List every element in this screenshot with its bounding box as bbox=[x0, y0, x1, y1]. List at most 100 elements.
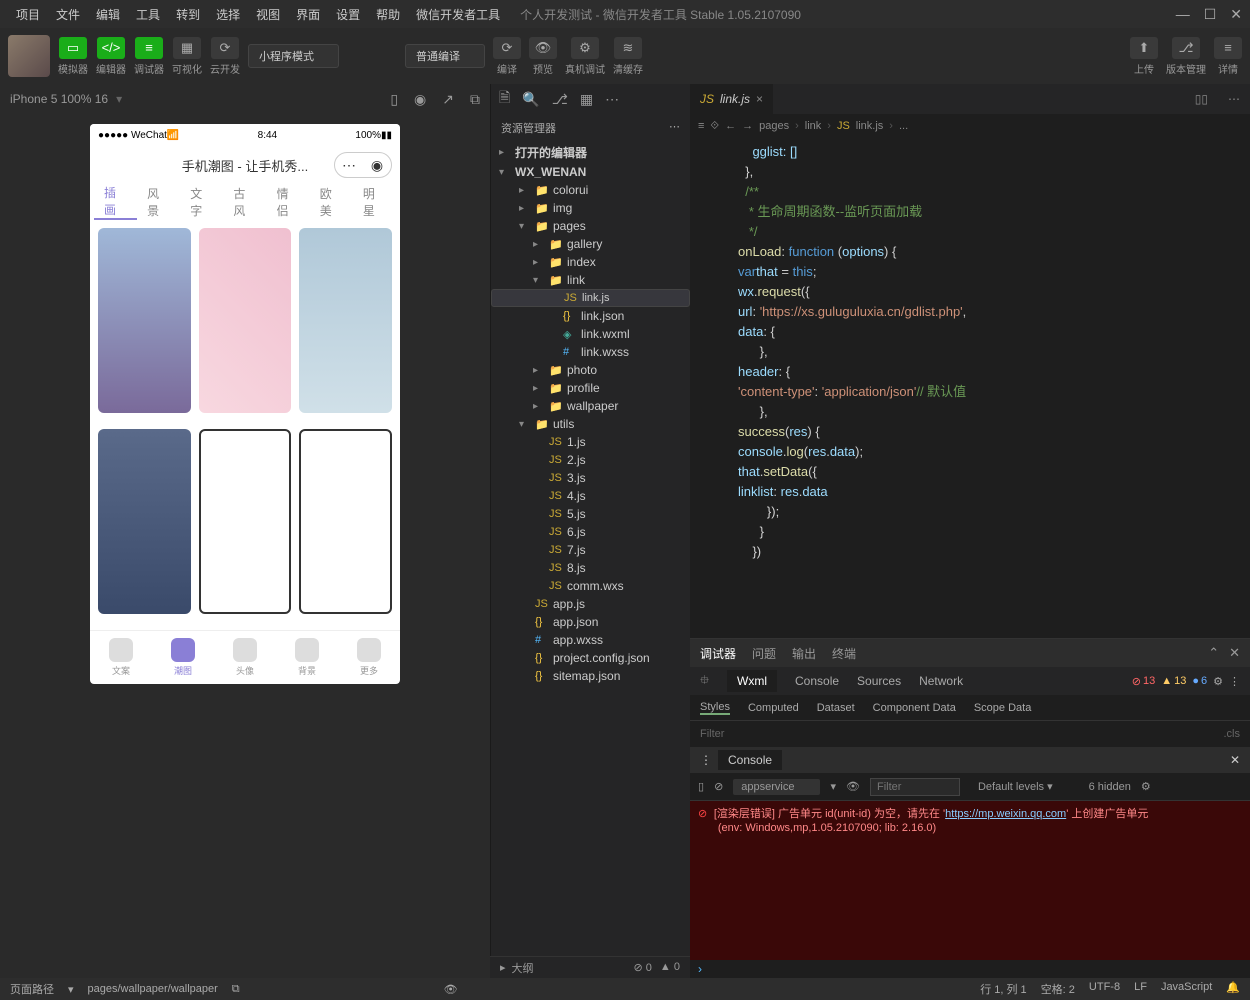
style-tab[interactable]: Computed bbox=[748, 702, 799, 714]
more-icon[interactable]: ⋯ bbox=[1218, 92, 1250, 106]
nav-item[interactable]: 更多 bbox=[338, 631, 400, 684]
category-tab[interactable]: 明星 bbox=[353, 185, 396, 219]
category-tab[interactable]: 古风 bbox=[223, 185, 266, 219]
close-icon[interactable]: ✕ bbox=[1230, 6, 1242, 23]
avatar[interactable] bbox=[8, 35, 50, 77]
file-item[interactable]: JS6.js bbox=[491, 523, 690, 541]
context-select[interactable]: appservice bbox=[733, 779, 820, 795]
style-tab[interactable]: Scope Data bbox=[974, 702, 1031, 714]
file-item[interactable]: JS2.js bbox=[491, 451, 690, 469]
category-tab[interactable]: 情侣 bbox=[267, 185, 310, 219]
compile-button[interactable]: ⟳编译 bbox=[493, 37, 521, 76]
devtools-tab[interactable]: 调试器 bbox=[700, 645, 736, 662]
cloud-button[interactable]: ⟳云开发 bbox=[210, 37, 240, 76]
editor-button[interactable]: </>编辑器 bbox=[96, 37, 126, 76]
file-item[interactable]: #app.wxss bbox=[491, 631, 690, 649]
bookmark-icon[interactable]: ⟐ bbox=[710, 120, 719, 133]
category-tab[interactable]: 风景 bbox=[137, 185, 180, 219]
menu-item[interactable]: 文件 bbox=[48, 8, 88, 22]
eye-icon[interactable]: 👁 bbox=[846, 780, 860, 793]
panel-tab[interactable]: Console bbox=[795, 674, 839, 688]
search-icon[interactable]: 🔍 bbox=[522, 91, 539, 108]
grid-item[interactable] bbox=[199, 429, 292, 614]
style-tab[interactable]: Component Data bbox=[873, 702, 956, 714]
file-item[interactable]: JS7.js bbox=[491, 541, 690, 559]
gear-icon[interactable]: ⚙ bbox=[1141, 780, 1151, 793]
menu-item[interactable]: 帮助 bbox=[368, 8, 408, 22]
warn-badge[interactable]: ▲ 13 bbox=[1161, 675, 1186, 688]
file-item[interactable]: JSapp.js bbox=[491, 595, 690, 613]
sidebar-icon[interactable]: ▯ bbox=[698, 780, 704, 793]
clear-cache-button[interactable]: ≋清缓存 bbox=[613, 37, 643, 76]
compile-select[interactable]: 普通编译 bbox=[405, 44, 485, 68]
devtools-tab[interactable]: 问题 bbox=[752, 645, 776, 662]
folder-item[interactable]: ▸📁gallery bbox=[491, 235, 690, 253]
file-item[interactable]: {}sitemap.json bbox=[491, 667, 690, 685]
chevron-up-icon[interactable]: ⌃ bbox=[1208, 645, 1219, 661]
preview-button[interactable]: 👁预览 bbox=[529, 37, 557, 76]
menu-item[interactable]: 项目 bbox=[8, 8, 48, 22]
visual-button[interactable]: ▦可视化 bbox=[172, 37, 202, 76]
nav-item[interactable]: 头像 bbox=[214, 631, 276, 684]
file-item[interactable]: JS5.js bbox=[491, 505, 690, 523]
devtools-tab[interactable]: 终端 bbox=[832, 645, 856, 662]
info-badge[interactable]: ● 6 bbox=[1192, 675, 1207, 688]
grid-item[interactable] bbox=[98, 228, 191, 413]
panel-tab[interactable]: Network bbox=[919, 674, 963, 688]
remote-debug-button[interactable]: ⚙真机调试 bbox=[565, 37, 605, 76]
mode-select[interactable]: 小程序模式 bbox=[248, 44, 339, 68]
lang-label[interactable]: JavaScript bbox=[1161, 981, 1212, 997]
eol-label[interactable]: LF bbox=[1134, 981, 1147, 997]
close-icon[interactable]: ✕ bbox=[1229, 645, 1240, 661]
grid-item[interactable] bbox=[199, 228, 292, 413]
more-icon[interactable]: ⋮ bbox=[1229, 675, 1240, 688]
record-icon[interactable]: ◉ bbox=[414, 91, 426, 108]
editor-tab[interactable]: JSlink.js× bbox=[690, 84, 773, 114]
menu-item[interactable]: 设置 bbox=[328, 8, 368, 22]
section-header[interactable]: ▸打开的编辑器 bbox=[491, 142, 690, 163]
menu-item[interactable]: 转到 bbox=[168, 8, 208, 22]
filter-input[interactable]: Filter bbox=[700, 728, 724, 740]
section-header[interactable]: ▾WX_WENAN bbox=[491, 163, 690, 181]
more-icon[interactable]: ⋯ bbox=[605, 91, 619, 108]
folder-item[interactable]: ▸📁index bbox=[491, 253, 690, 271]
phone-icon[interactable]: ▯ bbox=[390, 91, 398, 108]
nav-item[interactable]: 潮图 bbox=[152, 631, 214, 684]
folder-item[interactable]: ▸📁colorui bbox=[491, 181, 690, 199]
page-path[interactable]: pages/wallpaper/wallpaper bbox=[88, 983, 218, 995]
console-tab[interactable]: Console bbox=[718, 750, 782, 770]
maximize-icon[interactable]: ☐ bbox=[1204, 6, 1217, 23]
indent-label[interactable]: 空格: 2 bbox=[1041, 981, 1075, 997]
menu-item[interactable]: 视图 bbox=[248, 8, 288, 22]
close-tab-icon[interactable]: × bbox=[756, 92, 763, 106]
outline-bar[interactable]: ▸大纲 ⊘ 0▲ 0 bbox=[490, 956, 690, 978]
cursor-pos[interactable]: 行 1, 列 1 bbox=[980, 981, 1026, 997]
menu-item[interactable]: 微信开发者工具 bbox=[408, 8, 508, 22]
eye-icon[interactable]: 👁 bbox=[444, 983, 458, 996]
copy-icon[interactable]: ⧉ bbox=[232, 983, 240, 996]
filter-input[interactable] bbox=[870, 778, 960, 796]
branch-icon[interactable]: ⎇ bbox=[552, 91, 568, 108]
back-icon[interactable]: ← bbox=[725, 120, 736, 132]
ext-icon[interactable]: ▦ bbox=[580, 91, 593, 108]
grid-item[interactable] bbox=[299, 228, 392, 413]
file-item[interactable]: #link.wxss bbox=[491, 343, 690, 361]
devtools-tab[interactable]: 输出 bbox=[792, 645, 816, 662]
file-item[interactable]: ◈link.wxml bbox=[491, 325, 690, 343]
folder-item[interactable]: ▸📁photo bbox=[491, 361, 690, 379]
menu-item[interactable]: 工具 bbox=[128, 8, 168, 22]
menu-item[interactable]: 编辑 bbox=[88, 8, 128, 22]
split-icon[interactable]: ▯▯ bbox=[1185, 92, 1218, 106]
folder-item[interactable]: ▾📁utils bbox=[491, 415, 690, 433]
error-link[interactable]: https://mp.weixin.qq.com bbox=[945, 808, 1066, 820]
grid-item[interactable] bbox=[98, 429, 191, 614]
upload-button[interactable]: ⬆上传 bbox=[1130, 37, 1158, 76]
file-item[interactable]: {}link.json bbox=[491, 307, 690, 325]
folder-item[interactable]: ▾📁link bbox=[491, 271, 690, 289]
style-tab[interactable]: Styles bbox=[700, 701, 730, 715]
nav-item[interactable]: 文案 bbox=[90, 631, 152, 684]
version-button[interactable]: ⎇版本管理 bbox=[1166, 37, 1206, 76]
file-item[interactable]: JSlink.js bbox=[491, 289, 690, 307]
folder-item[interactable]: ▾📁pages bbox=[491, 217, 690, 235]
category-tab[interactable]: 文字 bbox=[180, 185, 223, 219]
